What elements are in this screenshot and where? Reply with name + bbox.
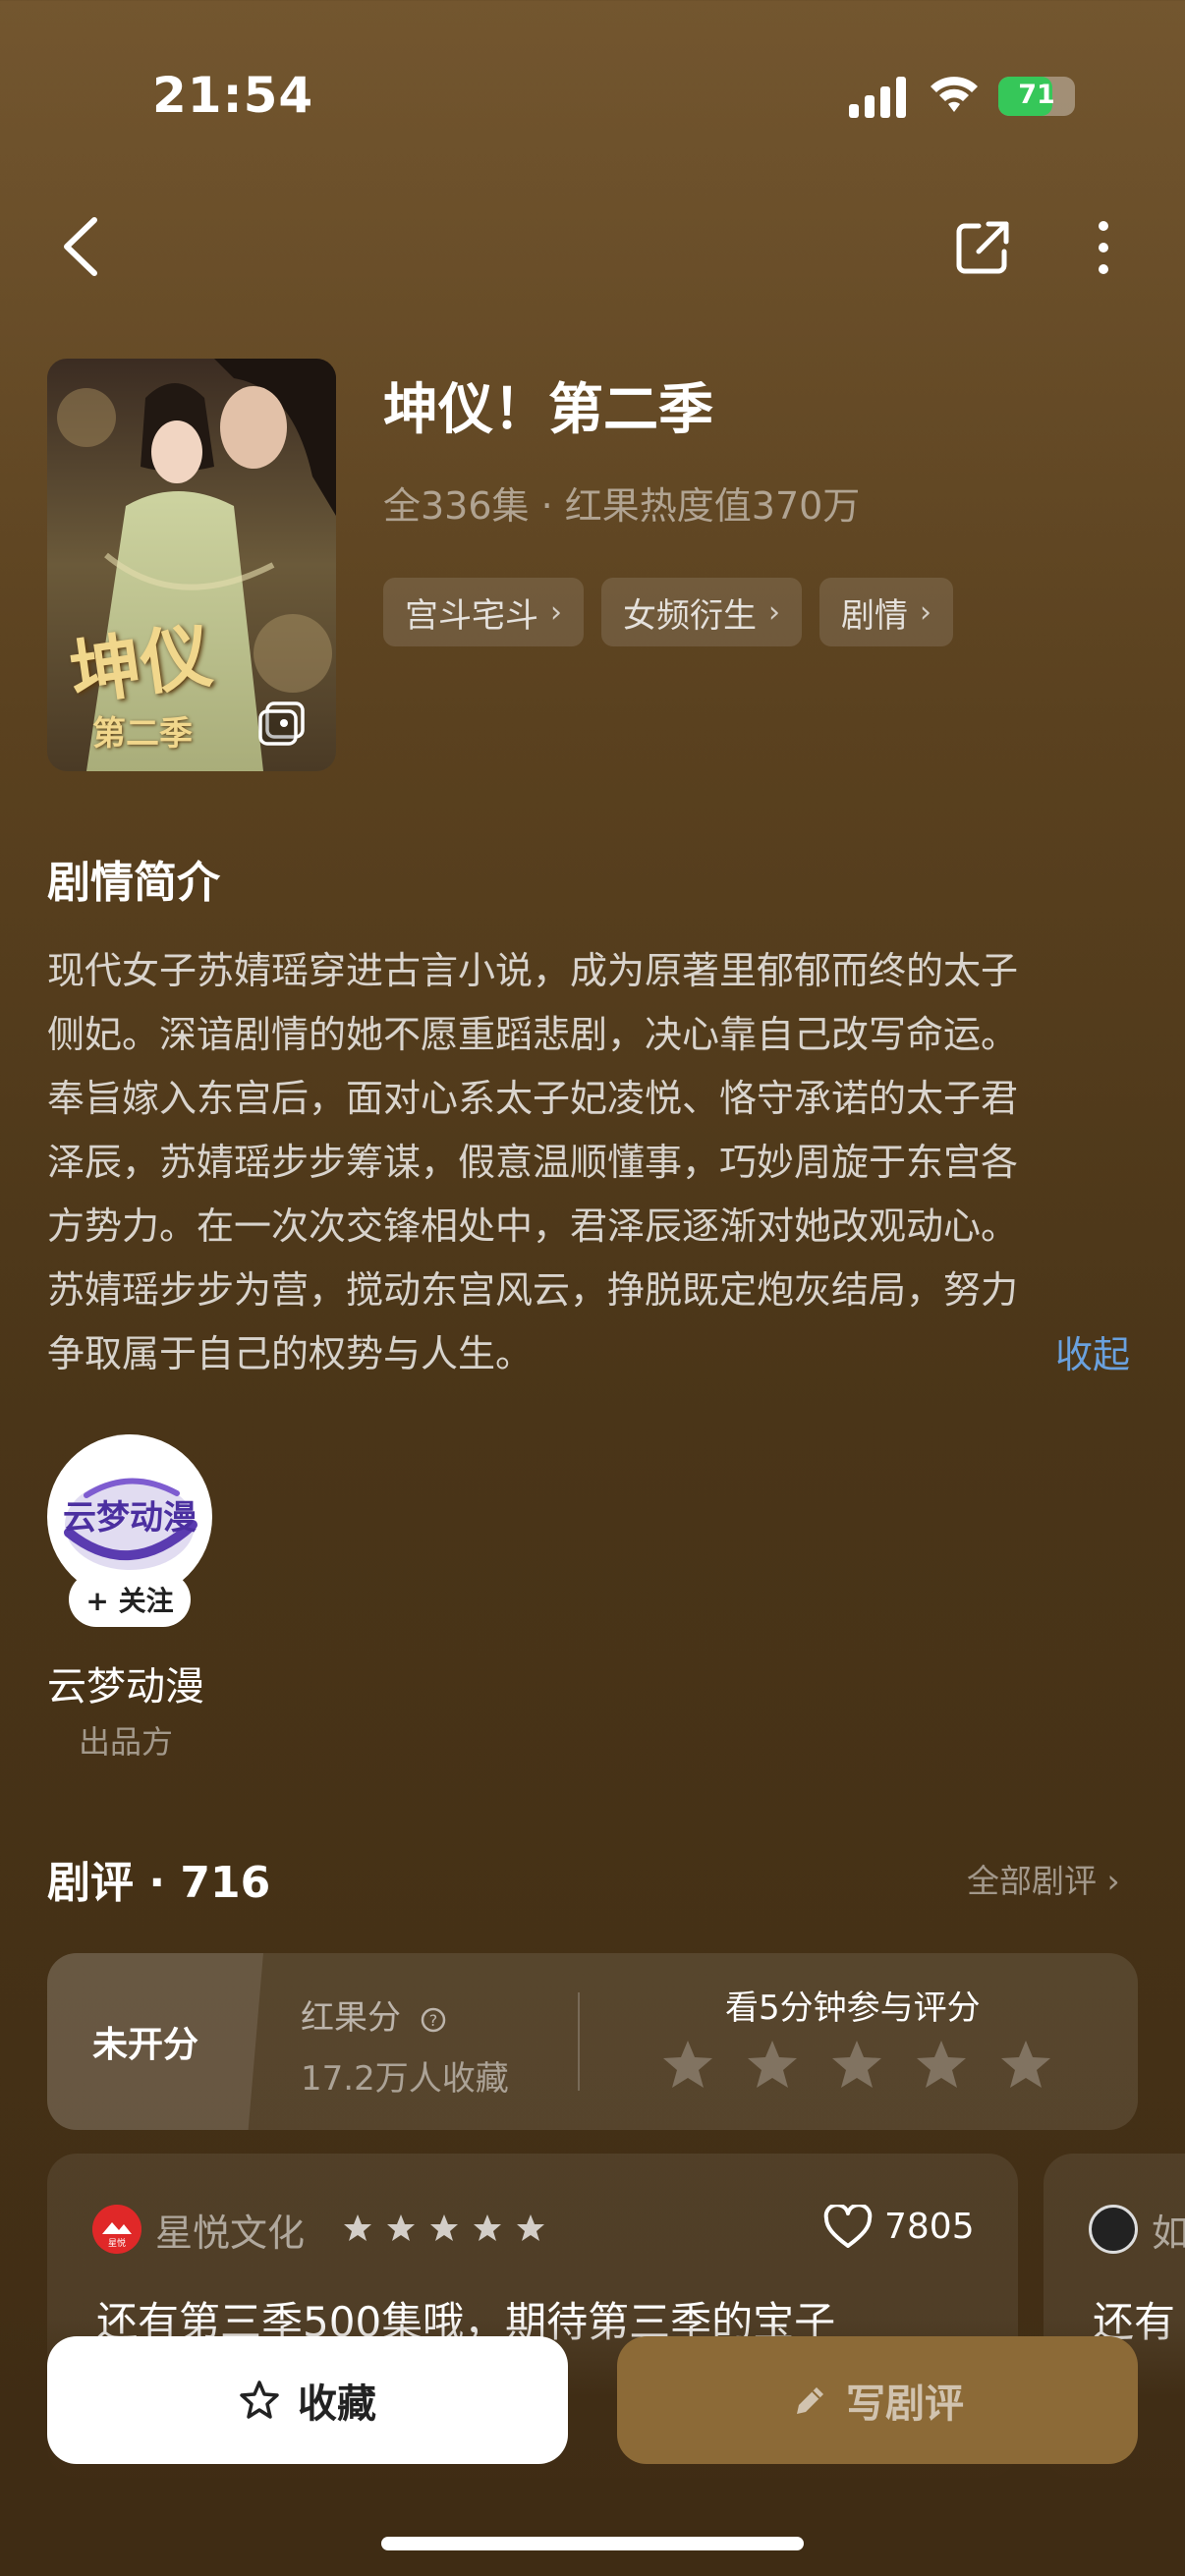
share-icon[interactable] [955, 218, 1012, 275]
more-icon[interactable] [1089, 218, 1118, 277]
score-label: 红果分 [301, 1998, 401, 2038]
genre-tag[interactable]: 女频衍生 › [601, 578, 802, 646]
rating-status: 未开分 [47, 1953, 263, 2130]
star-icon [430, 2214, 458, 2241]
like-count: 7805 [884, 2207, 975, 2247]
rate-star-icon[interactable] [745, 2038, 800, 2093]
synopsis-line: 奉旨嫁入东宫后，面对心系太子妃凌悦、恪守承诺的太子君 [47, 1077, 1019, 1120]
reviewer-avatar[interactable]: 星悦 [92, 2205, 141, 2254]
synopsis-line: 侧妃。深谙剧情的她不愿重蹈悲剧，决心靠自己改写命运。 [47, 1013, 1019, 1056]
synopsis-heading: 剧情简介 [47, 858, 220, 908]
chevron-right-icon: › [768, 594, 780, 630]
reviewer-name[interactable]: 星悦文化 [155, 2203, 305, 2257]
synopsis-line: 现代女子苏婧瑶穿进古言小说，成为原著里郁郁而终的太子 [47, 949, 1019, 992]
star-outline-icon [240, 2380, 279, 2419]
genre-tags: 宫斗宅斗 › 女频衍生 › 剧情 › [383, 578, 953, 646]
chevron-right-icon: › [920, 594, 931, 630]
genre-tag[interactable]: 剧情 › [819, 578, 953, 646]
cellular-signal-icon [849, 77, 906, 118]
synopsis-line: 泽辰，苏婧瑶步步筹谋，假意温顺懂事，巧妙周旋于东宫各 [47, 1141, 1019, 1184]
genre-tag[interactable]: 宫斗宅斗 › [383, 578, 584, 646]
pencil-icon [797, 2387, 823, 2414]
wifi-icon [931, 77, 978, 112]
all-reviews-link[interactable]: 全部剧评 › [967, 1855, 1120, 1902]
synopsis-line: 争取属于自己的权势与人生。 [47, 1332, 534, 1375]
help-icon[interactable]: ? [420, 2006, 447, 2034]
synopsis-text: 现代女子苏婧瑶穿进古言小说，成为原著里郁郁而终的太子 侧妃。深谙剧情的她不愿重蹈… [47, 939, 1138, 1386]
show-meta: 全336集 · 红果热度值370万 [383, 484, 861, 528]
status-time: 21:54 [152, 67, 314, 124]
divider [578, 1992, 580, 2091]
review-stars [342, 2212, 546, 2244]
reviewer-name[interactable]: 如 [1152, 2203, 1185, 2257]
rating-stars [660, 2038, 1053, 2093]
producer-role: 出品方 [79, 1723, 174, 1761]
follow-button[interactable]: + 关注 [69, 1572, 191, 1627]
genre-tag-label: 剧情 [841, 595, 908, 636]
star-icon [387, 2214, 415, 2241]
favorite-button[interactable]: 收藏 [47, 2336, 568, 2464]
rate-prompt: 看5分钟参与评分 [725, 1988, 981, 2028]
write-review-label: 写剧评 [846, 2381, 964, 2427]
back-icon[interactable] [55, 214, 108, 279]
score-label-row: 红果分 ? [301, 1990, 447, 2039]
rate-star-icon[interactable] [998, 2038, 1053, 2093]
favorite-label: 收藏 [298, 2381, 376, 2427]
rate-star-icon[interactable] [660, 2038, 715, 2093]
heart-icon[interactable] [823, 2205, 873, 2250]
reviewer-avatar-text: 星悦 [108, 2237, 126, 2249]
gallery-icon[interactable] [257, 700, 307, 747]
chevron-right-icon: › [550, 594, 562, 630]
star-icon [474, 2214, 501, 2241]
reviewer-avatar[interactable] [1089, 2205, 1138, 2254]
battery-percent: 71 [1018, 80, 1055, 110]
battery-indicator: 71 [998, 77, 1075, 116]
synopsis-line: 苏婧瑶步步为营，搅动东宫风云，挣脱既定炮灰结局，努力 [47, 1268, 1019, 1312]
producer-name[interactable]: 云梦动漫 [47, 1654, 204, 1711]
star-icon [517, 2214, 544, 2241]
svg-text:?: ? [429, 2011, 438, 2030]
genre-tag-label: 女频衍生 [623, 595, 757, 636]
rate-star-icon[interactable] [914, 2038, 969, 2093]
star-icon [344, 2214, 371, 2241]
write-review-button[interactable]: 写剧评 [617, 2336, 1138, 2464]
rating-card: 未开分 红果分 ? 17.2万人收藏 看5分钟参与评分 [47, 1953, 1138, 2130]
rate-star-icon[interactable] [829, 2038, 884, 2093]
synopsis-line: 方势力。在一次次交锋相处中，君泽辰逐渐对她改观动心。 [47, 1204, 1019, 1248]
favorites-count: 17.2万人收藏 [301, 2059, 509, 2099]
genre-tag-label: 宫斗宅斗 [405, 595, 538, 636]
collapse-link[interactable]: 收起 [1055, 1324, 1130, 1378]
show-title: 坤仪！第二季 [383, 378, 713, 442]
producer-logo-text: 云梦动漫 [63, 1498, 197, 1538]
reviews-heading: 剧评 · 716 [47, 1858, 271, 1908]
home-indicator [381, 2537, 804, 2550]
